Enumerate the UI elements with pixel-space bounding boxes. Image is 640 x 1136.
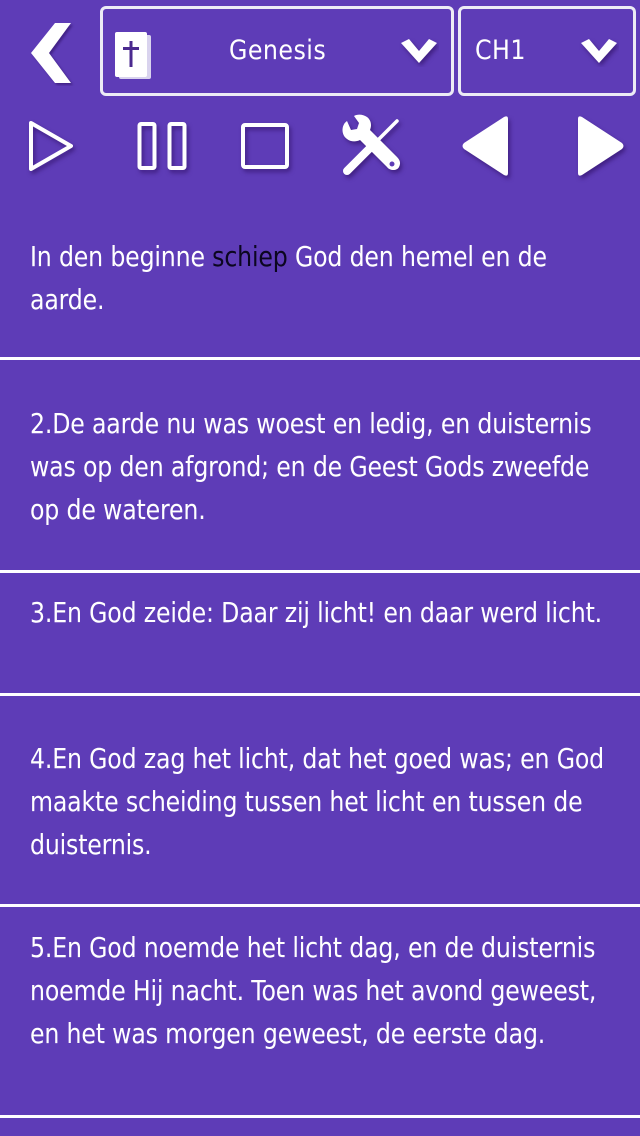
chevron-left-icon <box>31 23 71 83</box>
divider <box>0 693 640 696</box>
next-button[interactable] <box>562 108 638 184</box>
chevron-down-icon <box>581 39 617 63</box>
verse-1[interactable]: In den beginne schiep God den hemel en d… <box>0 236 640 322</box>
chevron-down-icon <box>401 39 437 63</box>
pause-button[interactable] <box>124 108 200 184</box>
verse-text: 5.En God noemde het licht dag, en de dui… <box>30 932 597 1050</box>
verse-3[interactable]: 3.En God zeide: Daar zij licht! en daar … <box>0 592 640 635</box>
verse-5[interactable]: 5.En God noemde het licht dag, en de dui… <box>0 927 640 1056</box>
verse-text: In den beginne schiep God den hemel en d… <box>30 236 606 322</box>
stop-button[interactable] <box>227 108 303 184</box>
settings-button[interactable] <box>332 108 408 184</box>
triangle-left-icon <box>462 116 508 176</box>
divider <box>0 570 640 573</box>
chapter-select-value: CH1 <box>475 35 526 66</box>
back-button[interactable] <box>22 18 78 88</box>
divider <box>0 904 640 907</box>
bible-icon <box>115 32 151 79</box>
divider <box>0 1115 640 1118</box>
chapter-select[interactable]: CH1 <box>458 6 636 96</box>
verse-text: 2.De aarde nu was woest en ledig, en dui… <box>30 408 592 526</box>
verse-4[interactable]: 4.En God zag het licht, dat het goed was… <box>0 738 640 867</box>
tools-icon <box>342 114 401 175</box>
triangle-right-icon <box>578 116 624 176</box>
previous-button[interactable] <box>448 108 524 184</box>
play-button[interactable] <box>14 108 90 184</box>
book-select[interactable]: Genesis <box>100 6 454 96</box>
verse-text-part: In den beginne <box>30 241 213 273</box>
pause-outline-icon <box>137 122 187 170</box>
verse-text: 3.En God zeide: Daar zij licht! en daar … <box>30 597 603 629</box>
bible-reader-screen: Genesis CH1 In den beginne schiep God de… <box>0 0 640 1136</box>
play-outline-icon <box>29 121 73 171</box>
stop-outline-icon <box>241 123 289 169</box>
highlighted-word: schiep <box>212 241 288 273</box>
divider <box>0 357 640 360</box>
verse-2[interactable]: 2.De aarde nu was woest en ledig, en dui… <box>0 403 640 532</box>
verse-text: 4.En God zag het licht, dat het goed was… <box>30 743 604 861</box>
book-select-value: Genesis <box>229 35 327 66</box>
